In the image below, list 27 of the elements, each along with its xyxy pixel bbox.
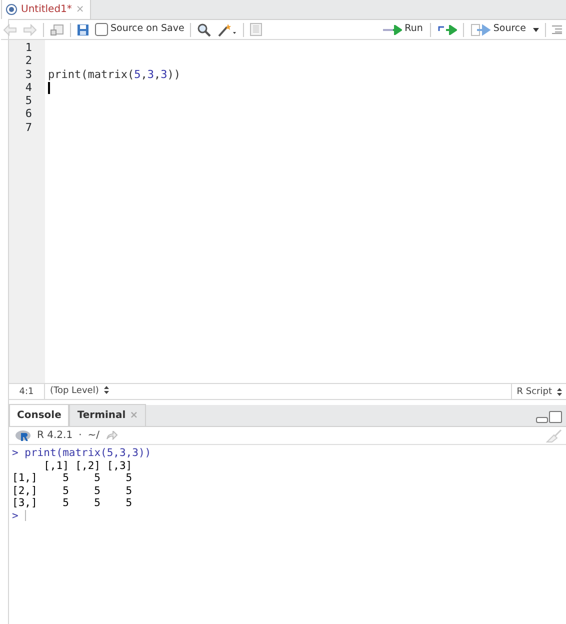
console-prompt: > [12,510,18,522]
r-version: R 4.2.1 [37,429,73,443]
console-output: [2,] 5 5 5 [12,484,132,496]
line-number: 5 [24,94,32,108]
editor-tab[interactable]: Untitled1* × [1,0,92,19]
source-button[interactable]: Source [470,21,527,38]
source-on-save-checkbox[interactable]: Source on Save [95,22,184,37]
scope-dropdown[interactable]: (Top Level) [45,384,109,398]
separator-dot: · [78,429,82,443]
console-output: [3,] 5 5 5 [12,497,132,509]
console-prompt: > [12,447,18,459]
console-tab[interactable]: Console [9,404,70,426]
code-line: print(matrix(5,3,3)) [48,68,180,81]
console-output: [,1] [,2] [,3] [42,460,132,472]
console-tab[interactable]: Terminal × [69,404,146,426]
file-type-dropdown[interactable]: R Script [510,384,566,399]
line-number: 2 [24,54,32,68]
line-number: 7 [24,120,32,134]
line-number: 6 [24,107,32,121]
line-number: 4 [24,80,32,94]
command-text: print(matrix(5,3,3)) [24,447,152,459]
cursor-position: 4:1 [9,384,45,399]
line-number: 3 [24,68,32,81]
console-output: [1,] 5 5 5 [12,472,132,484]
line-number: 1 [24,41,32,54]
run-button[interactable]: Run [381,21,424,38]
path-label: ~/ [88,429,100,443]
